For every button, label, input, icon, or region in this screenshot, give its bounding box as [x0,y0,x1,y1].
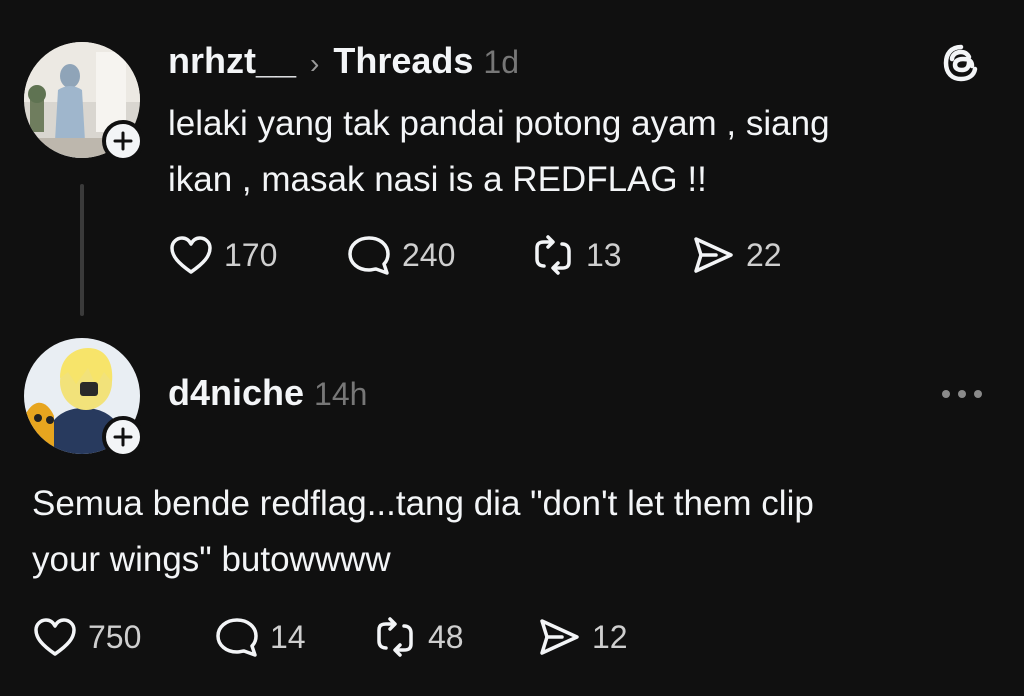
threads-logo-icon[interactable] [940,42,982,84]
post-text-line: ikan , masak nasi is a REDFLAG !! [168,160,707,199]
share-count: 22 [746,236,782,273]
reply-text-line: Semua bende redflag...tang dia "don't le… [32,484,814,523]
like-button[interactable]: 750 [32,616,141,658]
plus-icon [113,131,133,151]
reply-button[interactable]: 240 [346,234,455,276]
username[interactable]: d4niche [168,372,304,414]
repost-button[interactable]: 48 [372,616,464,658]
share-count: 12 [592,618,628,655]
reply-text: Semua bende redflag...tang dia "don't le… [32,476,992,588]
repost-icon [535,235,571,275]
repost-button[interactable]: 13 [530,234,622,276]
reply-count: 14 [270,618,306,655]
repost-count: 13 [586,236,622,273]
send-icon [540,619,579,655]
heart-icon [34,618,76,656]
comment-bubble-icon [348,236,390,275]
like-button[interactable]: 170 [168,234,277,276]
community-link[interactable]: Threads [333,40,473,82]
share-button[interactable]: 22 [690,234,782,276]
follow-button-d4niche[interactable] [102,416,144,458]
more-options-icon[interactable] [940,384,984,404]
reply-time: 14h [314,376,368,412]
username[interactable]: nrhzt__ [168,40,296,82]
reply-button[interactable]: 14 [214,616,306,658]
plus-icon [113,427,133,447]
share-button[interactable]: 12 [536,616,628,658]
comment-bubble-icon [216,618,258,657]
breadcrumb-separator: › [310,48,320,79]
follow-button-nrhzt[interactable] [102,120,144,162]
repost-count: 48 [428,618,464,655]
send-icon [694,237,733,273]
post-text: lelaki yang tak pandai potong ayam , sia… [168,96,988,208]
post-text-line: lelaki yang tak pandai potong ayam , sia… [168,104,830,143]
reply-text-line: your wings" butowwww [32,540,391,579]
like-count: 170 [224,236,278,273]
post-header: nrhzt__ › Threads 1d [168,40,519,82]
thread-connector-line [80,184,84,316]
reply-header: d4niche 14h [168,372,367,414]
like-count: 750 [88,618,142,655]
reply-count: 240 [402,236,456,273]
repost-icon [377,617,413,657]
heart-icon [170,236,212,274]
post-time: 1d [483,44,519,80]
